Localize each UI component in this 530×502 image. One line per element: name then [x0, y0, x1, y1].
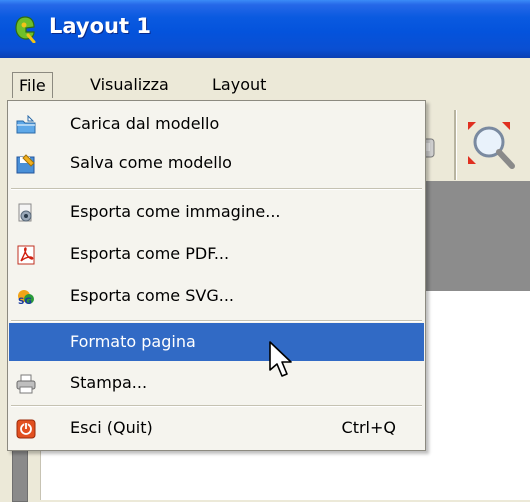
menu-item-print[interactable]: Stampa... [9, 364, 424, 402]
file-dropdown-menu: Carica dal modello Salva come modello Es… [7, 100, 426, 451]
menu-separator [11, 188, 422, 190]
qgis-logo-icon [15, 16, 36, 43]
open-template-icon [16, 115, 36, 134]
save-template-icon [16, 154, 35, 174]
menu-item-page-format[interactable]: Formato pagina [9, 323, 424, 361]
toolbar-separator [454, 110, 457, 180]
menu-item-shortcut: Ctrl+Q [341, 418, 396, 437]
printer-icon [16, 374, 36, 394]
zoom-full-tool-icon[interactable] [466, 118, 518, 174]
menu-bar: File Visualizza Layout [0, 69, 530, 101]
menu-item-label: Esporta come PDF... [70, 244, 230, 263]
menu-separator [11, 405, 422, 407]
svg-icon: SG [18, 290, 34, 307]
menu-file[interactable]: File [12, 72, 53, 98]
menu-item-save-template[interactable]: Salva come modello [9, 144, 424, 182]
menu-item-label: Carica dal modello [70, 114, 220, 133]
menu-item-quit[interactable]: Esci (Quit) Ctrl+Q [9, 409, 424, 447]
svg-text:SG: SG [18, 297, 32, 307]
menu-layout[interactable]: Layout [206, 72, 272, 98]
menu-item-export-svg[interactable]: SG Esporta come SVG... [9, 277, 424, 315]
pdf-icon [17, 245, 35, 265]
menu-item-export-pdf[interactable]: Esporta come PDF... [9, 235, 424, 273]
window-title: Layout 1 [49, 14, 151, 38]
menu-item-label: Salva come modello [70, 153, 232, 172]
menu-visualizza[interactable]: Visualizza [84, 72, 175, 98]
menu-item-load-template[interactable]: Carica dal modello [9, 105, 424, 143]
menu-separator [11, 320, 422, 322]
menu-item-label: Esporta come immagine... [70, 202, 281, 221]
menu-item-export-image[interactable]: Esporta come immagine... [9, 193, 424, 231]
menu-item-label: Stampa... [70, 373, 148, 392]
mouse-pointer-icon [269, 341, 292, 377]
quit-icon [16, 419, 36, 439]
export-image-icon [18, 203, 32, 222]
menu-item-label: Esci (Quit) [70, 418, 153, 437]
menu-item-label: Formato pagina [70, 332, 196, 351]
menu-item-label: Esporta come SVG... [70, 286, 234, 305]
title-bar: Layout 1 [0, 0, 530, 58]
